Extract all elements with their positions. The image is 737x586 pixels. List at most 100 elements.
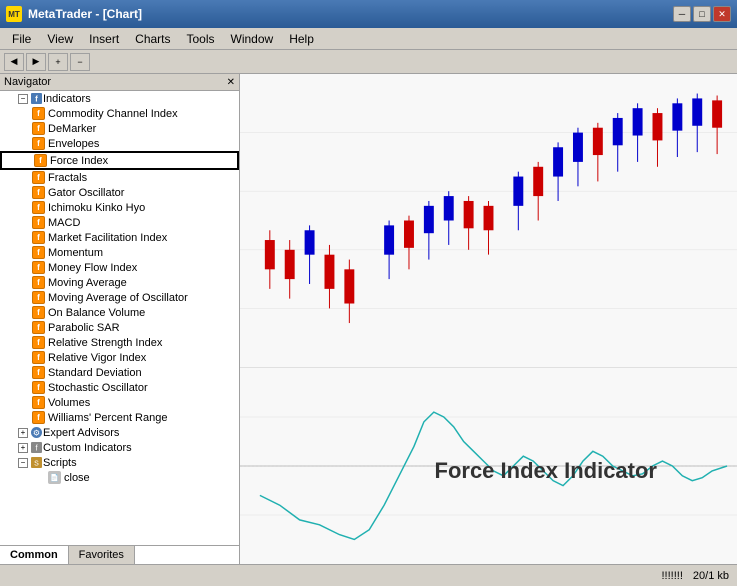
scripts-icon: S <box>30 456 43 469</box>
nav-item-label-ichimoku: Ichimoku Kinko Hyo <box>48 202 145 214</box>
indicators-expand[interactable]: − <box>18 94 28 104</box>
navigator-scroll[interactable]: − f Indicators f Commodity Channel Index… <box>0 91 239 545</box>
f-icon-stddev: f <box>32 366 45 379</box>
force-index-indicator-label: Force Index Indicator <box>435 458 658 484</box>
f-icon-momentum: f <box>32 246 45 259</box>
expert-advisors-icon: ⚙ <box>30 426 43 439</box>
f-icon-demarker: f <box>32 122 45 135</box>
navigator-tabs: Common Favorites <box>0 545 239 564</box>
nav-obv[interactable]: f On Balance Volume <box>0 305 239 320</box>
nav-item-label-gator: Gator Oscillator <box>48 187 124 199</box>
navigator-title: Navigator <box>4 76 51 88</box>
nav-item-label-stddev: Standard Deviation <box>48 367 142 379</box>
nav-gator[interactable]: f Gator Oscillator <box>0 185 239 200</box>
status-info: 20/1 kb <box>693 570 729 582</box>
menu-tools[interactable]: Tools <box>179 30 223 48</box>
nav-money-flow[interactable]: f Money Flow Index <box>0 260 239 275</box>
app-icon: MT <box>6 6 22 22</box>
nav-fractals[interactable]: f Fractals <box>0 170 239 185</box>
nav-item-label-force: Force Index <box>50 155 108 167</box>
toolbar-btn-1[interactable]: ◀ <box>4 53 24 71</box>
nav-macd[interactable]: f MACD <box>0 215 239 230</box>
nav-item-label-volumes: Volumes <box>48 397 90 409</box>
indicators-group-label: Indicators <box>43 93 91 105</box>
nav-mfi[interactable]: f Market Facilitation Index <box>0 230 239 245</box>
f-icon-macd: f <box>32 216 45 229</box>
nav-envelopes[interactable]: f Envelopes <box>0 136 239 151</box>
scripts-expand[interactable]: − <box>18 458 28 468</box>
nav-maoscillator[interactable]: f Moving Average of Oscillator <box>0 290 239 305</box>
f-icon-cci: f <box>32 107 45 120</box>
toolbar-btn-2[interactable]: ▶ <box>26 53 46 71</box>
nav-force-index[interactable]: f Force Index <box>0 151 239 170</box>
expert-advisors-label: Expert Advisors <box>43 427 119 439</box>
minimize-button[interactable]: ─ <box>673 6 691 22</box>
tab-common[interactable]: Common <box>0 546 69 564</box>
nav-rvi[interactable]: f Relative Vigor Index <box>0 350 239 365</box>
custom-indicators-expand[interactable]: + <box>18 443 28 453</box>
menu-insert[interactable]: Insert <box>81 30 127 48</box>
nav-script-close[interactable]: 📄 close <box>0 470 239 485</box>
f-icon-rvi: f <box>32 351 45 364</box>
nav-item-label-psar: Parabolic SAR <box>48 322 120 334</box>
f-icon-mfi: f <box>32 231 45 244</box>
toolbar: ◀ ▶ + − <box>0 50 737 74</box>
chart-area: Double Click <box>240 74 737 564</box>
chart-indicator-icons: !!!!!!! <box>662 570 683 582</box>
navigator-panel: Navigator ✕ − f Indicators f Commodity C… <box>0 74 240 564</box>
chart-canvas[interactable]: Double Click <box>240 74 737 564</box>
f-icon-ichimoku: f <box>32 201 45 214</box>
expert-advisors-group[interactable]: + ⚙ Expert Advisors <box>0 425 239 440</box>
custom-indicators-icon: f <box>30 441 43 454</box>
nav-commodity-channel-index[interactable]: f Commodity Channel Index <box>0 106 239 121</box>
nav-ichimoku[interactable]: f Ichimoku Kinko Hyo <box>0 200 239 215</box>
f-icon-fractals: f <box>32 171 45 184</box>
indicators-group[interactable]: − f Indicators <box>0 91 239 106</box>
toolbar-btn-4[interactable]: − <box>70 53 90 71</box>
menu-charts[interactable]: Charts <box>127 30 178 48</box>
f-icon-obv: f <box>32 306 45 319</box>
f-icon-maoscillator: f <box>32 291 45 304</box>
nav-momentum[interactable]: f Momentum <box>0 245 239 260</box>
nav-item-label-ma: Moving Average <box>48 277 127 289</box>
expert-advisors-expand[interactable]: + <box>18 428 28 438</box>
nav-ma[interactable]: f Moving Average <box>0 275 239 290</box>
nav-psar[interactable]: f Parabolic SAR <box>0 320 239 335</box>
nav-williams[interactable]: f Williams' Percent Range <box>0 410 239 425</box>
navigator-close-button[interactable]: ✕ <box>227 77 235 88</box>
custom-indicators-group[interactable]: + f Custom Indicators <box>0 440 239 455</box>
nav-volumes[interactable]: f Volumes <box>0 395 239 410</box>
indicators-group-icon: f <box>30 92 43 105</box>
navigator-body: − f Indicators f Commodity Channel Index… <box>0 91 239 564</box>
nav-demarker[interactable]: f DeMarker <box>0 121 239 136</box>
menu-window[interactable]: Window <box>223 30 282 48</box>
title-bar-controls: ─ □ ✕ <box>673 6 731 22</box>
nav-item-label-rsi: Relative Strength Index <box>48 337 162 349</box>
menu-file[interactable]: File <box>4 30 39 48</box>
title-bar-title: MetaTrader - [Chart] <box>28 7 142 21</box>
main-content: Navigator ✕ − f Indicators f Commodity C… <box>0 74 737 564</box>
tab-favorites[interactable]: Favorites <box>69 546 135 564</box>
scripts-group[interactable]: − S Scripts <box>0 455 239 470</box>
nav-item-label-envelopes: Envelopes <box>48 138 99 150</box>
f-icon-stochastic: f <box>32 381 45 394</box>
nav-item-label-mfi: Market Facilitation Index <box>48 232 167 244</box>
nav-item-label-maoscillator: Moving Average of Oscillator <box>48 292 188 304</box>
menu-view[interactable]: View <box>39 30 81 48</box>
menu-bar: File View Insert Charts Tools Window Hel… <box>0 28 737 50</box>
scripts-label: Scripts <box>43 457 77 469</box>
menu-help[interactable]: Help <box>281 30 322 48</box>
nav-item-label-fractals: Fractals <box>48 172 87 184</box>
candlestick-chart <box>240 74 737 368</box>
nav-rsi[interactable]: f Relative Strength Index <box>0 335 239 350</box>
force-index-chart: Force Index Indicator <box>240 368 737 564</box>
nav-stddev[interactable]: f Standard Deviation <box>0 365 239 380</box>
status-bar: !!!!!!! 20/1 kb <box>0 564 737 586</box>
close-button[interactable]: ✕ <box>713 6 731 22</box>
toolbar-btn-3[interactable]: + <box>48 53 68 71</box>
nav-stochastic[interactable]: f Stochastic Oscillator <box>0 380 239 395</box>
f-icon-ma: f <box>32 276 45 289</box>
nav-item-label-momentum: Momentum <box>48 247 103 259</box>
maximize-button[interactable]: □ <box>693 6 711 22</box>
title-bar-left: MT MetaTrader - [Chart] <box>6 6 142 22</box>
